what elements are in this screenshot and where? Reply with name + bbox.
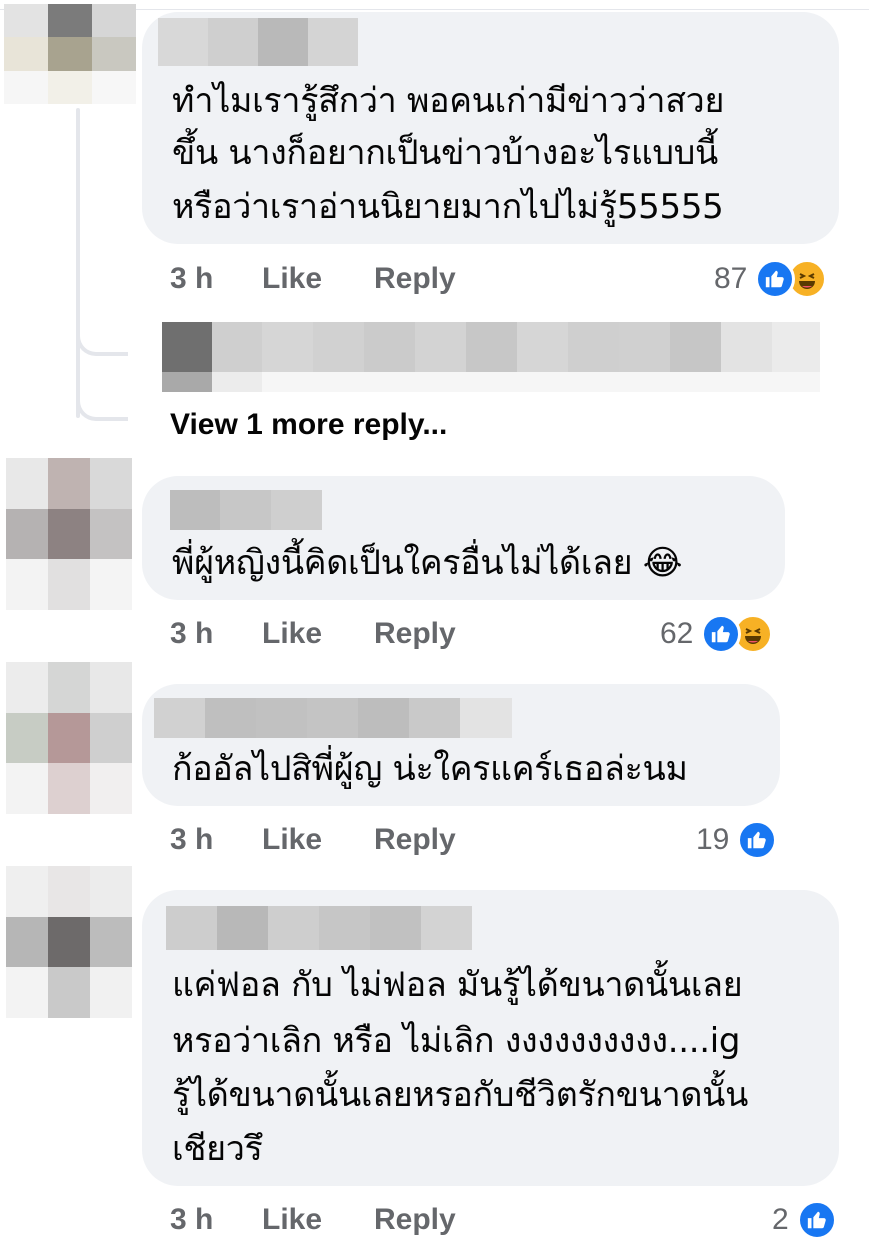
like-icon [796, 1200, 837, 1240]
like-button[interactable]: Like [262, 617, 374, 651]
reaction-summary[interactable]: 19 [696, 818, 778, 862]
comment-text-line: ขึ้น นางก็อยากเป็นข่าวบ้างอะไรแบบนี้ [172, 133, 718, 173]
reaction-count: 62 [660, 617, 694, 650]
comment-text-line: พี่ผู้หญิงนี้คิดเป็นใครอื่นไม่ได้เลย 😂 [172, 543, 683, 583]
reaction-summary[interactable]: 2 [772, 1198, 837, 1242]
like-button[interactable]: Like [262, 1203, 374, 1237]
comment-text-line: แค่ฟอล กับ ไม่ฟอล มันรู้ได้ขนาดนั้นเลย [172, 965, 743, 1005]
commenter-name[interactable] [170, 490, 322, 530]
comment-text-line: รู้ได้ขนาดนั้นเลยหรอกับชีวิตรักขนาดนั้น [172, 1075, 749, 1115]
reaction-count: 2 [772, 1203, 789, 1236]
reply-button[interactable]: Reply [374, 617, 456, 651]
reply-button[interactable]: Reply [374, 823, 456, 857]
like-icon [755, 259, 796, 299]
reply-preview-blurred[interactable] [162, 322, 820, 372]
avatar[interactable] [6, 458, 132, 610]
commenter-name[interactable] [166, 906, 472, 950]
comment-actions: 3 h Like Reply [170, 820, 456, 860]
commenter-name[interactable] [158, 18, 358, 66]
reply-button[interactable]: Reply [374, 262, 456, 296]
thread-line [76, 108, 80, 418]
comment-actions: 3 h Like Reply [170, 614, 456, 654]
thread-branch [76, 330, 128, 356]
commenter-name[interactable] [154, 698, 512, 738]
timestamp[interactable]: 3 h [170, 823, 262, 857]
comment-text-line: เชียวรึ [172, 1129, 263, 1169]
avatar[interactable] [4, 4, 136, 104]
avatar[interactable] [6, 662, 132, 814]
like-icon [737, 820, 778, 860]
avatar[interactable] [6, 866, 132, 1018]
reaction-summary[interactable]: 87 [714, 257, 828, 301]
thread-branch [76, 395, 128, 421]
timestamp[interactable]: 3 h [170, 262, 262, 296]
reaction-count: 19 [696, 823, 730, 856]
like-button[interactable]: Like [262, 262, 374, 296]
reaction-count: 87 [714, 262, 748, 295]
reply-button[interactable]: Reply [374, 1203, 456, 1237]
timestamp[interactable]: 3 h [170, 617, 262, 651]
timestamp[interactable]: 3 h [170, 1203, 262, 1237]
like-icon [701, 614, 742, 654]
reply-preview-blurred [162, 372, 820, 392]
comment-actions: 3 h Like Reply [170, 259, 456, 299]
comment-text-line: หรือว่าเราอ่านนิยายมากไปไม่รู้55555 [172, 187, 724, 227]
view-more-replies-link[interactable]: View 1 more reply... [170, 408, 447, 442]
comment-text-line: หรอว่าเลิก หรือ ไม่เลิก งงงงงงงงงง....ig [172, 1021, 741, 1061]
comment-text-line: ก้ออัลไปสิพี่ผู้ญ น่ะใครแคร์เธอล่ะนม [172, 749, 688, 789]
comment-actions: 3 h Like Reply [170, 1200, 456, 1240]
reaction-summary[interactable]: 62 [660, 612, 774, 656]
like-button[interactable]: Like [262, 823, 374, 857]
